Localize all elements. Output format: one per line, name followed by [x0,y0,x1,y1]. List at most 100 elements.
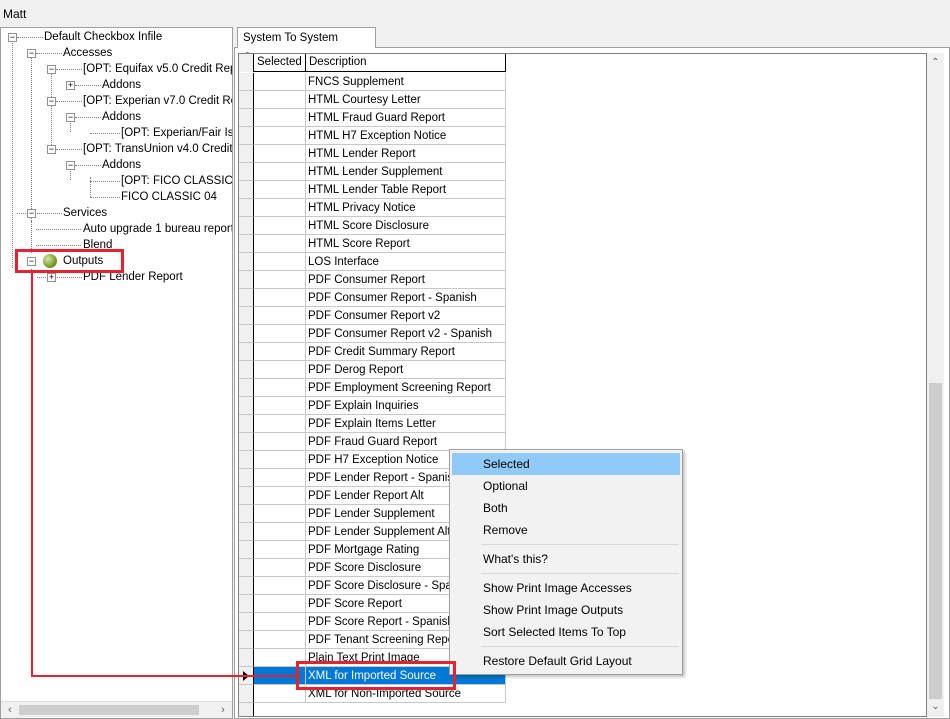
selected-cell[interactable] [254,415,306,433]
description-cell[interactable]: PDF Derog Report [306,361,506,379]
table-row[interactable]: LOS Interface [239,253,506,271]
row-indicator[interactable] [239,199,254,217]
selected-cell[interactable] [254,559,306,577]
row-indicator[interactable] [239,685,254,703]
description-cell[interactable]: HTML Privacy Notice [306,199,506,217]
tree-node-auto-upgrade[interactable]: Auto upgrade 1 bureau report [82,221,232,237]
selected-cell[interactable] [254,613,306,631]
collapse-icon[interactable]: − [47,65,56,74]
row-indicator[interactable] [239,73,254,91]
description-cell[interactable]: PDF Consumer Report v2 [306,307,506,325]
column-header-selected[interactable]: Selected [254,54,306,72]
description-cell[interactable]: HTML Lender Supplement [306,163,506,181]
menu-item-sort-selected-to-top[interactable]: Sort Selected Items To Top [452,621,680,643]
row-indicator[interactable] [239,127,254,145]
row-indicator[interactable] [239,559,254,577]
selected-cell[interactable] [254,595,306,613]
row-indicator[interactable] [239,649,254,667]
selected-cell[interactable] [254,253,306,271]
tree-node-transunion-addons[interactable]: Addons [101,157,143,173]
selected-cell[interactable] [254,199,306,217]
description-cell[interactable]: HTML Courtesy Letter [306,91,506,109]
grid-vertical-scrollbar[interactable]: ⌃ ⌄ [927,53,944,717]
collapse-icon[interactable]: − [8,33,17,42]
expand-icon[interactable]: + [66,81,75,90]
table-row[interactable]: PDF Consumer Report - Spanish [239,289,506,307]
row-indicator[interactable] [239,307,254,325]
selected-cell[interactable] [254,145,306,163]
row-indicator[interactable] [239,631,254,649]
table-row[interactable]: HTML Lender Report [239,145,506,163]
row-indicator[interactable] [239,523,254,541]
selected-cell[interactable] [254,379,306,397]
row-indicator[interactable] [239,271,254,289]
row-indicator[interactable] [239,181,254,199]
tree-node-services[interactable]: Services [62,205,109,221]
row-indicator[interactable] [239,145,254,163]
description-cell[interactable]: HTML Lender Report [306,145,506,163]
row-indicator[interactable] [239,289,254,307]
selected-cell[interactable] [254,451,306,469]
tree-node-experian[interactable]: [OPT: Experian v7.0 Credit Rep [82,93,232,109]
row-indicator[interactable] [239,325,254,343]
collapse-icon[interactable]: − [27,209,36,218]
table-row[interactable]: PDF Consumer Report [239,271,506,289]
table-row[interactable]: HTML Score Disclosure [239,217,506,235]
table-row[interactable]: PDF Employment Screening Report [239,379,506,397]
selected-cell[interactable] [254,487,306,505]
menu-item-both[interactable]: Both [452,497,680,519]
expand-icon[interactable]: + [47,273,56,282]
table-row[interactable]: HTML Privacy Notice [239,199,506,217]
description-cell[interactable]: PDF Employment Screening Report [306,379,506,397]
scrollbar-thumb[interactable] [929,383,942,699]
tree-node-transunion[interactable]: [OPT: TransUnion v4.0 Credit R [82,141,232,157]
tree-horizontal-scrollbar[interactable]: ‹ › [1,701,232,718]
table-row[interactable]: HTML Fraud Guard Report [239,109,506,127]
selected-cell[interactable] [254,469,306,487]
column-header-description[interactable]: Description [306,54,506,72]
row-indicator[interactable] [239,613,254,631]
description-cell[interactable]: FNCS Supplement [306,73,506,91]
row-indicator[interactable] [239,397,254,415]
row-indicator[interactable] [239,505,254,523]
description-cell[interactable]: PDF Consumer Report [306,271,506,289]
description-cell[interactable]: PDF Explain Items Letter [306,415,506,433]
menu-item-restore-default-grid-layout[interactable]: Restore Default Grid Layout [452,650,680,672]
scroll-up-icon[interactable]: ⌃ [927,55,944,71]
selected-cell[interactable] [254,271,306,289]
row-indicator[interactable] [239,253,254,271]
row-indicator[interactable] [239,235,254,253]
table-row[interactable]: PDF Consumer Report v2 [239,307,506,325]
collapse-icon[interactable]: − [47,97,56,106]
tree-node-experian-addons[interactable]: Addons [101,109,143,125]
selected-cell[interactable] [254,577,306,595]
tree-node-root[interactable]: Default Checkbox Infile [43,29,164,45]
table-row[interactable]: HTML Lender Table Report [239,181,506,199]
menu-item-show-print-image-outputs[interactable]: Show Print Image Outputs [452,599,680,621]
row-indicator[interactable] [239,595,254,613]
description-cell[interactable]: PDF Explain Inquiries [306,397,506,415]
description-cell[interactable]: HTML Lender Table Report [306,181,506,199]
menu-item-show-print-image-accesses[interactable]: Show Print Image Accesses [452,577,680,599]
scroll-left-icon[interactable]: ‹ [2,703,18,718]
selected-cell[interactable] [254,217,306,235]
description-cell[interactable]: HTML Score Report [306,235,506,253]
row-indicator[interactable] [239,343,254,361]
tree-node-equifax-addons[interactable]: Addons [101,77,143,93]
table-row[interactable]: PDF Credit Summary Report [239,343,506,361]
menu-item-whats-this[interactable]: What's this? [452,548,680,570]
scroll-right-icon[interactable]: › [215,703,231,718]
row-indicator[interactable] [239,469,254,487]
row-indicator[interactable] [239,541,254,559]
menu-item-optional[interactable]: Optional [452,475,680,497]
selected-cell[interactable] [254,343,306,361]
scrollbar-thumb[interactable] [19,705,199,715]
description-cell[interactable]: LOS Interface [306,253,506,271]
selected-cell[interactable] [254,289,306,307]
selected-cell[interactable] [254,397,306,415]
tree-node-equifax[interactable]: [OPT: Equifax v5.0 Credit Repo [82,61,232,77]
selected-cell[interactable] [254,361,306,379]
selected-cell[interactable] [254,307,306,325]
menu-item-remove[interactable]: Remove [452,519,680,541]
tree-node-fico-classic-opt[interactable]: [OPT: FICO CLASSIC S [120,173,232,189]
